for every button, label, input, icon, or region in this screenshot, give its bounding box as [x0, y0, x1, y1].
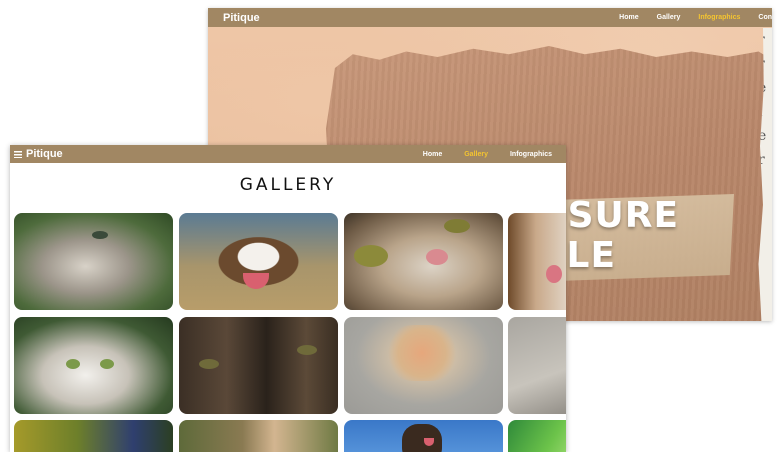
brand-logo[interactable]: Pitique	[208, 12, 260, 24]
nav-contact[interactable]: Con	[749, 14, 772, 21]
nav-links: Home Gallery Infographics	[412, 151, 566, 158]
gallery-image-two-cats[interactable]	[179, 317, 338, 414]
gallery-image-white-cat[interactable]	[14, 317, 173, 414]
gallery-image-green-bokeh[interactable]	[14, 420, 173, 452]
page-title: GALLERY	[239, 175, 337, 195]
menu-icon[interactable]	[14, 150, 22, 158]
nav-infographics[interactable]: Infographics	[499, 151, 566, 158]
nav-home[interactable]: Home	[412, 151, 453, 158]
nav-links: Home Gallery Infographics Con	[610, 14, 772, 21]
gallery-image-cat-partial[interactable]	[508, 213, 566, 310]
gallery-image-plant-partial[interactable]	[508, 420, 566, 452]
gallery-image-dog-sky[interactable]	[344, 420, 503, 452]
nav-home[interactable]: Home	[610, 14, 647, 21]
gallery-image-grey-partial[interactable]	[508, 317, 566, 414]
nav-infographics[interactable]: Infographics	[689, 14, 749, 21]
gallery-window: Pitique Home Gallery Infographics GALLER…	[10, 145, 566, 452]
top-nav: Pitique Home Gallery Infographics	[10, 145, 566, 163]
gallery-image-dog-smiling[interactable]	[179, 213, 338, 310]
gallery-image-leaves-art[interactable]	[344, 317, 503, 414]
top-nav: Pitique Home Gallery Infographics Con	[208, 8, 772, 27]
nav-gallery[interactable]: Gallery	[453, 151, 499, 158]
brand-logo[interactable]: Pitique	[10, 148, 63, 160]
gallery-image-cat-closeup[interactable]	[344, 213, 503, 310]
gallery-image-cat-tabby[interactable]	[14, 213, 173, 310]
nav-gallery[interactable]: Gallery	[648, 14, 690, 21]
gallery-image-dog-grass[interactable]	[179, 420, 338, 452]
brand-name: Pitique	[26, 148, 63, 160]
